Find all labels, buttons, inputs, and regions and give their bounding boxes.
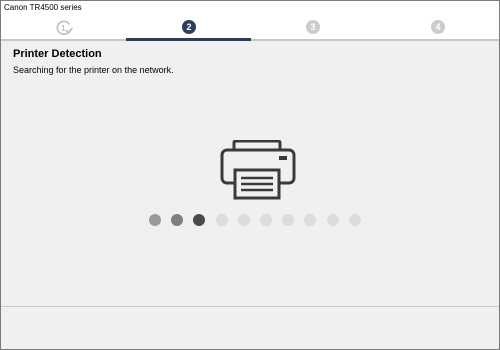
progress-dot-empty bbox=[326, 214, 339, 226]
progress-dot-filled bbox=[149, 214, 161, 226]
progress-dot-filled bbox=[171, 214, 184, 226]
step-1-underline bbox=[1, 39, 126, 41]
window-title: Canon TR4500 series bbox=[4, 3, 82, 12]
installer-window: Canon TR4500 series 1 2 3 4 Printer Dete… bbox=[0, 0, 500, 350]
step-4-number: 4 bbox=[431, 20, 445, 34]
page-description: Searching for the printer on the network… bbox=[13, 65, 174, 75]
step-4: 4 bbox=[376, 16, 499, 41]
footer-divider bbox=[1, 306, 499, 307]
progress-dot-empty bbox=[215, 214, 228, 226]
progress-dot-empty bbox=[260, 214, 272, 226]
step-2-underline bbox=[126, 38, 251, 41]
progress-dot-empty bbox=[304, 214, 317, 226]
step-4-underline bbox=[376, 39, 499, 41]
step-1-number: 1 bbox=[61, 24, 66, 33]
step-3-underline bbox=[251, 39, 376, 41]
progress-dot-empty bbox=[282, 214, 295, 226]
progress-dot-empty bbox=[237, 214, 250, 226]
step-2-number: 2 bbox=[182, 20, 196, 34]
step-complete-icon: 1 bbox=[56, 20, 73, 36]
title-bar: Canon TR4500 series bbox=[1, 1, 499, 16]
step-1: 1 bbox=[1, 16, 126, 41]
step-3-number: 3 bbox=[306, 20, 320, 34]
page-title: Printer Detection bbox=[13, 48, 102, 60]
printer-icon bbox=[220, 140, 296, 200]
step-indicator: 1 2 3 4 bbox=[1, 16, 499, 41]
progress-dot-empty bbox=[348, 214, 361, 226]
step-3: 3 bbox=[251, 16, 376, 41]
progress-dot-filled bbox=[193, 214, 206, 226]
step-2: 2 bbox=[126, 16, 251, 41]
